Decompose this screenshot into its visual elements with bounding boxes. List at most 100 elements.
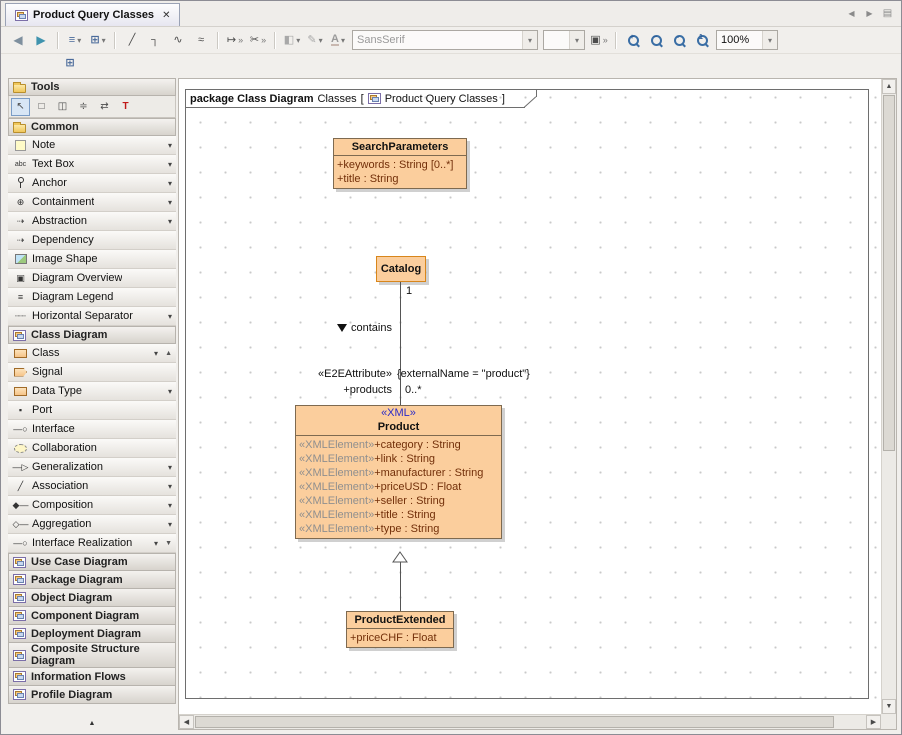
- zoom-1-1-button[interactable]: 1: [691, 30, 713, 51]
- dropdown-arrow-icon[interactable]: ▾: [522, 31, 537, 49]
- tab-close-icon[interactable]: ✕: [162, 10, 170, 21]
- horizontal-scrollbar[interactable]: ◀ ▶: [179, 714, 881, 729]
- zoom-out-button[interactable]: −: [645, 30, 667, 51]
- scroll-up-button[interactable]: ▲: [882, 79, 896, 94]
- palette-item-collaboration[interactable]: Collaboration: [8, 439, 176, 458]
- split-view-tool[interactable]: ◫: [53, 98, 72, 116]
- palette-item-abstraction[interactable]: ⇢ Abstraction ▾: [8, 212, 176, 231]
- forward-button[interactable]: ▶: [30, 30, 52, 51]
- dropdown-arrow-icon[interactable]: ▾: [168, 387, 172, 396]
- back-button[interactable]: ◀: [7, 30, 29, 51]
- rectilinear-path-button[interactable]: ┐: [144, 30, 166, 51]
- swap-tool[interactable]: ⇄: [95, 98, 114, 116]
- oblique-path-button[interactable]: ╱: [121, 30, 143, 51]
- multiplicity-label[interactable]: 1: [406, 285, 412, 297]
- class-catalog[interactable]: Catalog: [376, 256, 426, 282]
- attribute[interactable]: «XMLElement»+manufacturer : String: [299, 466, 498, 480]
- palette-scroll-down-icon[interactable]: ▼: [165, 540, 172, 547]
- palette-item-image-shape[interactable]: Image Shape: [8, 250, 176, 269]
- dropdown-arrow-icon[interactable]: ▾: [168, 463, 172, 472]
- palette-section-package-diagram[interactable]: Package Diagram: [8, 571, 176, 589]
- cut-button[interactable]: ✂»: [247, 30, 269, 51]
- line-color-button[interactable]: ✎▾: [304, 30, 326, 51]
- palette-item-text-box[interactable]: abc Text Box ▾: [8, 155, 176, 174]
- palette-item-signal[interactable]: Signal: [8, 363, 176, 382]
- direction-label[interactable]: contains: [337, 322, 392, 334]
- dropdown-arrow-icon[interactable]: ▾: [168, 160, 172, 169]
- scroll-left-button[interactable]: ◀: [179, 715, 194, 729]
- association-role-label[interactable]: +products: [299, 384, 392, 396]
- align-shapes-button[interactable]: ≡▾: [64, 30, 86, 51]
- zoom-combo[interactable]: 100% ▾: [716, 30, 778, 50]
- dropdown-arrow-icon[interactable]: ▾: [168, 179, 172, 188]
- pointer-tool[interactable]: ↖: [11, 98, 30, 116]
- palette-section-object-diagram[interactable]: Object Diagram: [8, 589, 176, 607]
- attribute[interactable]: +priceCHF : Float: [350, 631, 450, 645]
- class-product[interactable]: «XML» Product «XMLElement»+category : St…: [295, 405, 502, 539]
- palette-section-deployment-diagram[interactable]: Deployment Diagram: [8, 625, 176, 643]
- layout-button[interactable]: ⊞▾: [87, 30, 109, 51]
- vertical-scrollbar[interactable]: ▲ ▼: [881, 79, 896, 714]
- attribute[interactable]: «XMLElement»+title : String: [299, 508, 498, 522]
- palette-item-data-type[interactable]: Data Type ▾: [8, 382, 176, 401]
- maximize-panel-icon[interactable]: ▤: [880, 6, 895, 21]
- dropdown-arrow-icon[interactable]: ▾: [154, 539, 158, 548]
- diagram-tree-button[interactable]: ⊞: [59, 53, 81, 74]
- dropdown-arrow-icon[interactable]: ▾: [168, 520, 172, 529]
- palette-scroll-up-icon[interactable]: ▲: [165, 350, 172, 357]
- association-stereotype-label[interactable]: «E2EAttribute»: [259, 368, 392, 380]
- diagram-canvas[interactable]: package Class Diagram Classes [ Product …: [179, 79, 881, 714]
- palette-section-profile-diagram[interactable]: Profile Diagram: [8, 686, 176, 704]
- palette-section-use-case-diagram[interactable]: Use Case Diagram: [8, 553, 176, 571]
- diagram-frame-header[interactable]: package Class Diagram Classes [ Product …: [185, 89, 537, 108]
- tab-scroll-right-button[interactable]: ▶: [862, 6, 877, 21]
- palette-item-interface-realization[interactable]: —○ Interface Realization ▾ ▼: [8, 534, 176, 553]
- tab-scroll-left-button[interactable]: ◀: [844, 6, 859, 21]
- horizontal-scroll-thumb[interactable]: [195, 716, 834, 728]
- palette-item-class[interactable]: Class ▾ ▲: [8, 344, 176, 363]
- palette-item-port[interactable]: ▪ Port: [8, 401, 176, 420]
- dropdown-arrow-icon[interactable]: ▾: [154, 349, 158, 358]
- dropdown-arrow-icon[interactable]: ▾: [762, 31, 777, 49]
- scroll-right-button[interactable]: ▶: [866, 715, 881, 729]
- tab-product-query-classes[interactable]: Product Query Classes ✕: [5, 3, 180, 26]
- marquee-tool[interactable]: □: [32, 98, 51, 116]
- text-tool[interactable]: T: [116, 98, 135, 116]
- dropdown-arrow-icon[interactable]: ▾: [569, 31, 584, 49]
- palette-item-note[interactable]: Note ▾: [8, 136, 176, 155]
- palette-item-diagram-overview[interactable]: ▣ Diagram Overview: [8, 269, 176, 288]
- attribute[interactable]: «XMLElement»+seller : String: [299, 494, 498, 508]
- font-color-button[interactable]: A▾: [327, 30, 349, 51]
- palette-item-aggregation[interactable]: ◇— Aggregation ▾: [8, 515, 176, 534]
- palette-scroll-bottom[interactable]: ▲: [8, 717, 176, 729]
- dropdown-arrow-icon[interactable]: ▾: [168, 141, 172, 150]
- spline-path-button[interactable]: ≈: [190, 30, 212, 51]
- align-tool[interactable]: ≑: [74, 98, 93, 116]
- palette-item-composition[interactable]: ◆— Composition ▾: [8, 496, 176, 515]
- association-constraint-label[interactable]: {externalName = "product"}: [397, 368, 530, 380]
- bezier-path-button[interactable]: ∿: [167, 30, 189, 51]
- palette-section-common[interactable]: Common: [8, 118, 176, 136]
- class-productextended[interactable]: ProductExtended +priceCHF : Float: [346, 611, 454, 648]
- palette-section-class-diagram[interactable]: Class Diagram: [8, 326, 176, 344]
- fill-color-button[interactable]: ◧▾: [281, 30, 303, 51]
- palette-item-horizontal-separator[interactable]: ┈┈ Horizontal Separator ▾: [8, 307, 176, 326]
- palette-item-diagram-legend[interactable]: ≡ Diagram Legend: [8, 288, 176, 307]
- fit-in-window-button[interactable]: ▫: [668, 30, 690, 51]
- association-line[interactable]: [400, 282, 401, 405]
- multiplicity-label[interactable]: 0..*: [405, 384, 422, 396]
- palette-item-containment[interactable]: ⊕ Containment ▾: [8, 193, 176, 212]
- palette-section-component-diagram[interactable]: Component Diagram: [8, 607, 176, 625]
- palette-item-interface[interactable]: —○ Interface: [8, 420, 176, 439]
- palette-item-anchor[interactable]: Anchor ▾: [8, 174, 176, 193]
- attribute[interactable]: +title : String: [337, 172, 463, 186]
- zoom-in-button[interactable]: +: [622, 30, 644, 51]
- generalization-line[interactable]: [400, 562, 401, 611]
- scroll-down-button[interactable]: ▼: [882, 699, 896, 714]
- palette-section-composite-structure-diagram[interactable]: Composite Structure Diagram: [8, 643, 176, 668]
- class-searchparameters[interactable]: SearchParameters +keywords : String [0..…: [333, 138, 467, 189]
- dropdown-arrow-icon[interactable]: ▾: [168, 312, 172, 321]
- palette-item-generalization[interactable]: —▷ Generalization ▾: [8, 458, 176, 477]
- palette-item-dependency[interactable]: ⇢ Dependency: [8, 231, 176, 250]
- attribute[interactable]: «XMLElement»+category : String: [299, 438, 498, 452]
